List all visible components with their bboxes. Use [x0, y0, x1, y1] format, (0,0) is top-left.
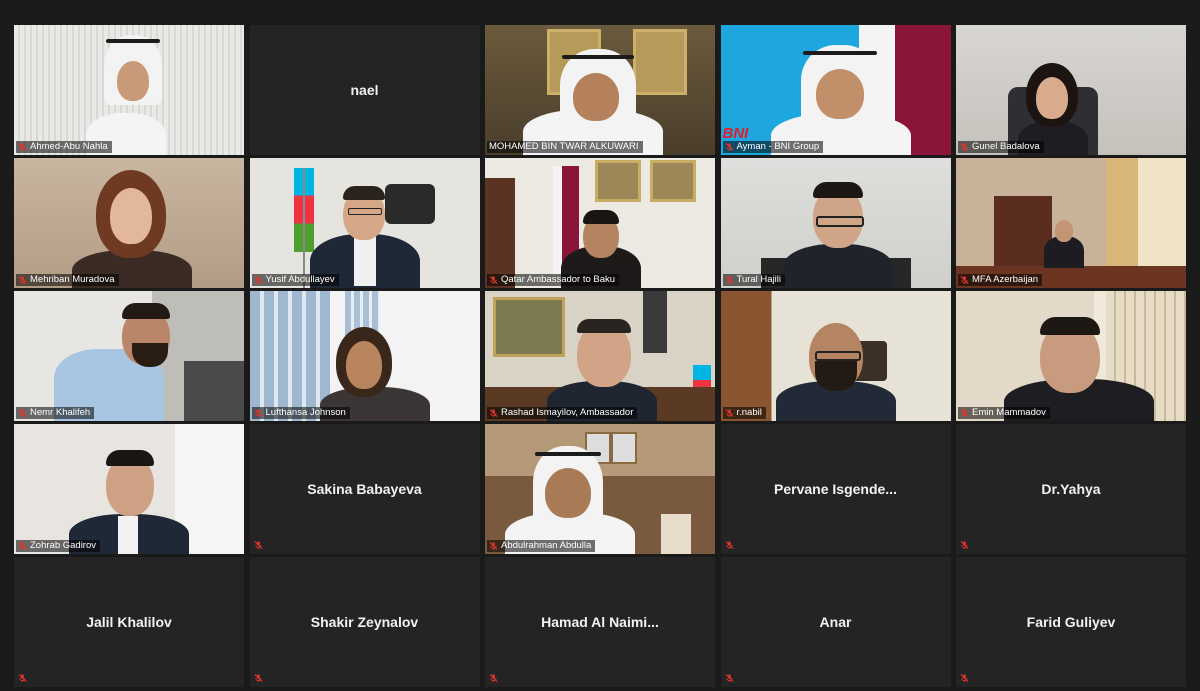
- participant-name-label: Abdulrahman Abdulla: [487, 540, 596, 552]
- participant-name: Jalil Khalilov: [86, 614, 172, 630]
- participant-name: Anar: [819, 614, 852, 630]
- participant-name-label: Rashad Ismayilov, Ambassador: [487, 407, 638, 419]
- muted-mic-icon: [489, 542, 498, 551]
- video-feed: [956, 158, 1186, 288]
- participant-name: Dr.Yahya: [1041, 481, 1101, 497]
- participant-tile[interactable]: Qatar Ambassador to Baku: [485, 158, 715, 288]
- muted-mic-icon: [960, 143, 969, 152]
- video-feed: [14, 424, 244, 554]
- participant-tile[interactable]: Anar: [720, 557, 951, 687]
- participant-name-label: Gunel Badalova: [958, 141, 1044, 153]
- video-feed: BNI: [720, 25, 951, 155]
- participant-name-label: Yusif Abdullayev: [251, 274, 339, 286]
- muted-mic-icon: [725, 541, 733, 550]
- participant-tile[interactable]: Jalil Khalilov: [14, 557, 244, 687]
- participant-name: nael: [350, 82, 379, 98]
- participant-tile[interactable]: Shakir Zeynalov: [249, 557, 480, 687]
- participant-tile[interactable]: r.nabil: [720, 291, 951, 421]
- participant-tile[interactable]: Emin Mammadov: [956, 291, 1186, 421]
- participant-tile[interactable]: Dr.Yahya: [956, 424, 1186, 554]
- muted-mic-icon: [489, 276, 498, 285]
- video-feed: [720, 158, 951, 288]
- video-feed: [14, 291, 244, 421]
- active-speaker-tile[interactable]: MOHAMED BIN TWAR ALKUWARI: [485, 25, 715, 155]
- video-feed: [485, 158, 715, 288]
- participant-tile[interactable]: Hamad Al Naimi...: [485, 557, 715, 687]
- participant-name: Shakir Zeynalov: [310, 614, 419, 630]
- participant-name: Pervane Isgende...: [774, 481, 897, 497]
- muted-mic-icon: [725, 143, 733, 152]
- video-feed: [485, 424, 715, 554]
- muted-mic-icon: [18, 276, 27, 285]
- participant-tile[interactable]: Yusif Abdullayev: [249, 158, 480, 288]
- participant-name: Farid Guliyev: [1026, 614, 1116, 630]
- video-feed: [485, 291, 715, 421]
- participant-tile[interactable]: Tural Hajili: [720, 158, 951, 288]
- participant-name-label: MFA Azerbaijan: [958, 274, 1043, 286]
- participant-name-label: Zohrab Gadirov: [16, 540, 101, 552]
- video-feed: [249, 291, 480, 421]
- muted-mic-icon: [960, 541, 969, 550]
- participant-tile[interactable]: Abdulrahman Abdulla: [485, 424, 715, 554]
- participant-name-label: Qatar Ambassador to Baku: [487, 274, 620, 286]
- participant-tile[interactable]: nael: [249, 25, 480, 155]
- video-feed: [720, 291, 951, 421]
- muted-mic-icon: [725, 409, 733, 418]
- participant-tile[interactable]: Pervane Isgende...: [720, 424, 951, 554]
- muted-mic-icon: [725, 674, 733, 683]
- participant-tile[interactable]: Farid Guliyev: [956, 557, 1186, 687]
- participant-name-label: Lufthansa Johnson: [251, 407, 350, 419]
- participant-name-label: Ahmed-Abu Nahla: [16, 141, 112, 153]
- participant-name-label: Ayman - BNI Group: [722, 141, 824, 153]
- brand-logo: BNI: [722, 125, 749, 142]
- video-feed: [485, 25, 715, 155]
- participant-tile[interactable]: MFA Azerbaijan: [956, 158, 1186, 288]
- video-feed: [956, 291, 1186, 421]
- participant-name-label: Nemr Khalifeh: [16, 407, 95, 419]
- participant-name-label: MOHAMED BIN TWAR ALKUWARI: [487, 141, 643, 153]
- participant-name-label: Mehriban Muradova: [16, 274, 119, 286]
- participant-tile[interactable]: Nemr Khalifeh: [14, 291, 244, 421]
- participant-tile[interactable]: Gunel Badalova: [956, 25, 1186, 155]
- muted-mic-icon: [18, 143, 27, 152]
- participant-tile[interactable]: Mehriban Muradova: [14, 158, 244, 288]
- participant-tile[interactable]: Rashad Ismayilov, Ambassador: [485, 291, 715, 421]
- video-feed: [14, 158, 244, 288]
- participant-name: Hamad Al Naimi...: [541, 614, 659, 630]
- participant-tile[interactable]: BNI Ayman - BNI Group: [720, 25, 951, 155]
- muted-mic-icon: [960, 276, 969, 285]
- participant-tile[interactable]: Ahmed-Abu Nahla: [14, 25, 244, 155]
- muted-mic-icon: [18, 674, 27, 683]
- muted-mic-icon: [960, 409, 969, 418]
- participant-name: Sakina Babayeva: [307, 481, 422, 497]
- muted-mic-icon: [254, 276, 262, 285]
- participant-tile[interactable]: Sakina Babayeva: [249, 424, 480, 554]
- video-feed: [14, 25, 244, 155]
- gallery-grid: Ahmed-Abu Nahla nael MOHAMED BIN TWAR AL…: [14, 25, 1186, 691]
- participant-tile[interactable]: Zohrab Gadirov: [14, 424, 244, 554]
- participant-name-label: Tural Hajili: [722, 274, 786, 286]
- participant-tile[interactable]: Lufthansa Johnson: [249, 291, 480, 421]
- muted-mic-icon: [489, 409, 498, 418]
- participant-name-label: Emin Mammadov: [958, 407, 1050, 419]
- muted-mic-icon: [254, 674, 262, 683]
- muted-mic-icon: [18, 542, 27, 551]
- muted-mic-icon: [254, 541, 262, 550]
- muted-mic-icon: [960, 674, 969, 683]
- muted-mic-icon: [18, 409, 27, 418]
- video-feed: [956, 25, 1186, 155]
- muted-mic-icon: [254, 409, 262, 418]
- muted-mic-icon: [725, 276, 733, 285]
- video-feed: [249, 158, 480, 288]
- participant-name-label: r.nabil: [722, 407, 766, 419]
- muted-mic-icon: [489, 674, 498, 683]
